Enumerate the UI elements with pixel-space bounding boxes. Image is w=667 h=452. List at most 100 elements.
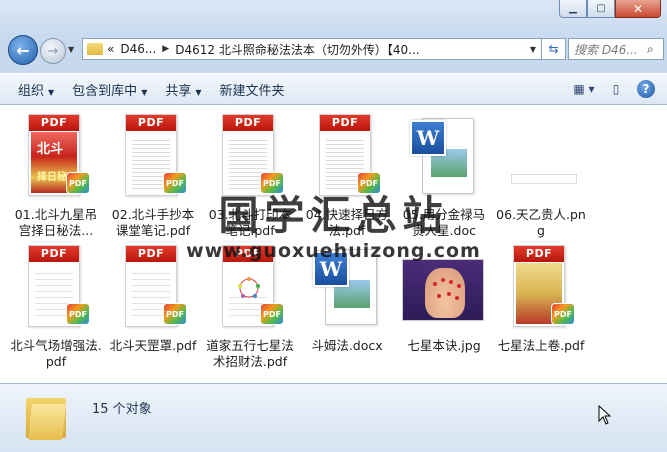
help-button[interactable]: ? <box>637 80 655 98</box>
toolbar-right: ▦ ▾ ▯ ? <box>573 79 655 99</box>
file-name: 02.北斗手抄本课堂笔记.pdf <box>111 207 195 238</box>
refresh-icon: ⇆ <box>548 42 559 56</box>
file-item[interactable]: PDF 北斗 择日秘 PDF 01.北斗九星吊宫择日秘法... <box>8 111 104 242</box>
word-badge-icon: W <box>410 120 446 156</box>
file-name: 道家五行七星法术招财法.pdf <box>206 338 294 369</box>
file-list-view[interactable]: PDF 北斗 择日秘 PDF 01.北斗九星吊宫择日秘法... PDF PDF 02.北斗手抄… <box>0 105 667 383</box>
file-name: 05.用分金禄马贵人星.doc <box>402 207 486 238</box>
pdf-file-icon: PDF PDF <box>117 114 189 200</box>
pdf-app-badge-icon: PDF <box>260 172 284 194</box>
preview-pane-icon: ▯ <box>612 82 620 96</box>
pdf-file-icon: PDF PDF <box>214 114 286 200</box>
maximize-button[interactable]: ▢ <box>587 0 615 18</box>
file-name: 04.快速择日方法.pdf <box>305 207 389 238</box>
file-name: 03.北斗打印本笔记.pdf <box>208 207 292 238</box>
pdf-file-icon: PDF PDF <box>311 114 383 200</box>
pdf-label: PDF <box>126 115 176 131</box>
address-bar[interactable]: « D46... ▶ D4612 北斗照命秘法法本（切勿外传）【40... ▼ <box>82 38 542 60</box>
word-document-icon: W <box>408 114 480 200</box>
chevron-down-icon: ▼ <box>195 87 202 97</box>
pdf-file-icon: PDF PDF <box>214 245 286 331</box>
chevron-down-icon: ▼ <box>141 87 148 97</box>
address-dropdown-icon[interactable]: ▼ <box>525 45 541 54</box>
breadcrumb-current[interactable]: D4612 北斗照命秘法法本（切勿外传）【40... <box>175 41 419 58</box>
include-library-label: 包含到库中 <box>72 83 138 99</box>
share-label: 共享 <box>165 83 192 99</box>
refresh-button[interactable]: ⇆ <box>542 38 566 60</box>
pdf-label: PDF <box>223 115 273 131</box>
folder-icon <box>87 43 103 55</box>
minimize-button[interactable]: ▁ <box>559 0 587 18</box>
file-grid: PDF 北斗 择日秘 PDF 01.北斗九星吊宫择日秘法... PDF PDF 02.北斗手抄… <box>8 111 589 373</box>
pdf-app-badge-icon: PDF <box>66 172 90 194</box>
back-button[interactable]: ← <box>8 35 38 65</box>
word-document-icon: W <box>311 245 383 331</box>
pdf-file-icon: PDF PDF <box>20 245 92 331</box>
file-item[interactable]: 七星本诀.jpg <box>396 242 492 373</box>
search-input[interactable]: 搜索 D46... <box>574 41 647 58</box>
help-icon: ? <box>642 82 650 96</box>
pdf-app-badge-icon: PDF <box>357 172 381 194</box>
explorer-window: ▁ ▢ ✕ ← → ▼ « D46... ▶ D4612 北斗照命秘法法本（切勿… <box>0 0 667 452</box>
breadcrumb-parent[interactable]: D46... <box>120 42 156 56</box>
item-count: 15 个对象 <box>92 402 152 417</box>
file-item[interactable]: PDF PDF 02.北斗手抄本课堂笔记.pdf <box>105 111 201 242</box>
pdf-label: PDF <box>29 115 79 131</box>
file-item[interactable]: 06.天乙贵人.png <box>493 111 589 242</box>
file-item[interactable]: PDF PDF 03.北斗打印本笔记.pdf <box>202 111 298 242</box>
file-name: 06.天乙贵人.png <box>496 207 586 238</box>
file-name: 七星本诀.jpg <box>407 338 481 353</box>
close-button[interactable]: ✕ <box>615 0 661 18</box>
new-folder-label: 新建文件夹 <box>219 83 285 99</box>
pdf-app-badge-icon: PDF <box>163 303 187 325</box>
pdf-app-badge-icon: PDF <box>551 303 575 325</box>
new-folder-button[interactable]: 新建文件夹 <box>220 80 285 99</box>
pdf-label: PDF <box>514 246 564 262</box>
file-name: 01.北斗九星吊宫择日秘法... <box>14 207 98 238</box>
search-icon[interactable]: ⌕ <box>647 42 663 57</box>
file-name: 七星法上卷.pdf <box>497 338 585 353</box>
folder-large-icon <box>26 394 66 440</box>
file-item[interactable]: W 斗姆法.docx <box>299 242 395 373</box>
pdf-app-badge-icon: PDF <box>66 303 90 325</box>
navigation-bar: ← → ▼ « D46... ▶ D4612 北斗照命秘法法本（切勿外传）【40… <box>8 35 664 65</box>
breadcrumb-separator-icon[interactable]: ▶ <box>162 44 169 54</box>
palm-image-thumbnail <box>402 245 484 331</box>
pdf-file-icon: PDF PDF <box>117 245 189 331</box>
file-name: 斗姆法.docx <box>311 338 383 353</box>
file-item[interactable]: PDF PDF 北斗气场增强法.pdf <box>8 242 104 373</box>
pdf-app-badge-icon: PDF <box>260 303 284 325</box>
pdf-file-icon: PDF PDF <box>505 245 577 331</box>
organize-label: 组织 <box>18 83 45 99</box>
file-item[interactable]: PDF PDF 七星法上卷.pdf <box>493 242 589 373</box>
arrow-left-icon: ← <box>16 40 30 60</box>
include-in-library-menu[interactable]: 包含到库中 ▼ <box>72 80 147 99</box>
change-view-button[interactable]: ▦ ▾ <box>573 79 595 99</box>
pdf-label: PDF <box>29 246 79 262</box>
breadcrumb-overflow[interactable]: « <box>107 42 114 56</box>
file-item[interactable]: PDF PDF 04.快速择日方法.pdf <box>299 111 395 242</box>
mouse-cursor-icon <box>598 405 612 425</box>
pdf-app-badge-icon: PDF <box>163 172 187 194</box>
arrow-right-icon: → <box>47 43 59 59</box>
file-item[interactable]: PDF PDF 道家五行七星法术招财法.pdf <box>202 242 298 373</box>
search-box[interactable]: 搜索 D46... ⌕ <box>568 38 664 60</box>
preview-pane-button[interactable]: ▯ <box>605 79 627 99</box>
word-badge-icon: W <box>313 251 349 287</box>
pdf-file-icon: PDF 北斗 择日秘 PDF <box>20 114 92 200</box>
chevron-down-icon: ▼ <box>48 87 55 97</box>
forward-button[interactable]: → <box>40 38 66 64</box>
image-file-icon <box>505 114 577 200</box>
details-pane: 15 个对象 <box>0 383 667 452</box>
cover-text: 择日秘 <box>37 172 67 183</box>
file-name: 北斗天罡罩.pdf <box>109 338 197 353</box>
caption-buttons: ▁ ▢ ✕ <box>559 0 661 20</box>
pdf-label: PDF <box>320 115 370 131</box>
recent-pages-dropdown[interactable]: ▼ <box>68 45 74 54</box>
file-item[interactable]: W 05.用分金禄马贵人星.doc <box>396 111 492 242</box>
file-name: 北斗气场增强法.pdf <box>10 338 102 369</box>
command-bar: 组织 ▼ 包含到库中 ▼ 共享 ▼ 新建文件夹 ▦ ▾ ▯ ? <box>0 73 667 105</box>
file-item[interactable]: PDF PDF 北斗天罡罩.pdf <box>105 242 201 373</box>
organize-menu[interactable]: 组织 ▼ <box>18 80 54 99</box>
share-menu[interactable]: 共享 ▼ <box>165 80 201 99</box>
